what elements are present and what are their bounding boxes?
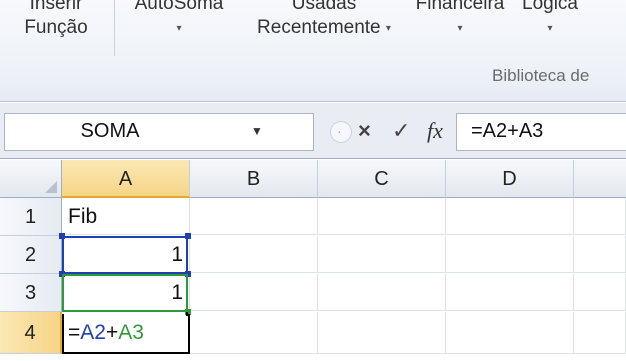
cancel-icon[interactable]: × xyxy=(358,119,371,143)
formula-operator: + xyxy=(105,321,119,344)
column-header-e[interactable] xyxy=(574,160,626,198)
autosum-button[interactable]: AutoSoma ▾ xyxy=(120,0,238,41)
ribbon: Inserir Função AutoSoma ▾ Usadas Recente… xyxy=(0,0,626,102)
cell-d1[interactable] xyxy=(446,198,574,235)
recently-used-label-2: Recentemente xyxy=(257,17,381,38)
recently-used-label-1: Usadas xyxy=(291,0,357,14)
logical-label: Lógica xyxy=(522,0,578,14)
expand-circle-icon: · xyxy=(330,121,352,143)
cell-e4[interactable] xyxy=(574,312,626,354)
resize-handle[interactable] xyxy=(185,271,191,277)
cell-c2[interactable] xyxy=(318,236,446,273)
cell-b2[interactable] xyxy=(190,236,318,273)
formula-bar: SOMA ▼ · × ✓ fx =A2+A3 xyxy=(0,103,626,159)
cell-d2[interactable] xyxy=(446,236,574,273)
resize-handle[interactable] xyxy=(59,271,65,277)
financial-button[interactable]: Financeira ▾ xyxy=(412,0,508,41)
cell-b3[interactable] xyxy=(190,274,318,311)
cell-c3[interactable] xyxy=(318,274,446,311)
insert-function-label-2: Função xyxy=(24,17,88,38)
row-header-2[interactable]: 2 xyxy=(0,236,62,274)
cell-b4[interactable] xyxy=(190,312,318,354)
function-library-group-label: Biblioteca de xyxy=(492,66,590,85)
insert-function-label-1: Inserir xyxy=(29,0,83,14)
cell-d3[interactable] xyxy=(446,274,574,311)
formula-text: =A2+A3 xyxy=(471,120,544,142)
enter-check-icon[interactable]: ✓ xyxy=(392,119,410,143)
cell-e1[interactable] xyxy=(574,198,626,235)
cell-d4[interactable] xyxy=(446,312,574,354)
cell-c1[interactable] xyxy=(318,198,446,235)
column-header-b[interactable]: B xyxy=(190,160,318,198)
ribbon-separator xyxy=(114,0,115,56)
resize-handle[interactable] xyxy=(185,309,191,315)
cell-a1[interactable]: Fib xyxy=(62,198,190,235)
select-all-corner[interactable] xyxy=(0,160,62,198)
insert-function-button[interactable]: Inserir Função xyxy=(6,0,106,40)
cell-a3[interactable]: 1 xyxy=(62,274,190,311)
formula-ref-a2: A2 xyxy=(80,321,106,344)
cell-a2[interactable]: 1 xyxy=(62,236,190,273)
cell-a4[interactable]: =A2+A3 xyxy=(62,312,190,354)
financial-label: Financeira xyxy=(415,0,505,14)
formula-equals: = xyxy=(68,321,81,344)
chevron-down-icon: ▾ xyxy=(457,23,463,34)
chevron-down-icon[interactable]: ▼ xyxy=(251,124,263,138)
chevron-down-icon: ▾ xyxy=(176,23,182,34)
row-header-3[interactable]: 3 xyxy=(0,274,62,312)
cell-b1[interactable] xyxy=(190,198,318,235)
cell-e2[interactable] xyxy=(574,236,626,273)
cell-e3[interactable] xyxy=(574,274,626,311)
autosum-label: AutoSoma xyxy=(134,0,224,14)
formula-ref-a3: A3 xyxy=(118,321,144,344)
column-header-d[interactable]: D xyxy=(446,160,574,198)
row-header-4[interactable]: 4 xyxy=(0,312,62,354)
chevron-down-icon: ▾ xyxy=(385,23,391,34)
chevron-down-icon: ▾ xyxy=(547,23,553,34)
spreadsheet-grid: A B C D 1 2 3 4 Fib 1 1 =A2+A3 xyxy=(0,160,626,361)
name-box[interactable]: SOMA ▼ xyxy=(4,113,314,151)
logical-button[interactable]: Lógica ▾ xyxy=(512,0,588,41)
cell-c4[interactable] xyxy=(318,312,446,354)
formula-input[interactable]: =A2+A3 xyxy=(456,113,626,151)
resize-handle[interactable] xyxy=(59,233,65,239)
insert-function-fx-icon[interactable]: fx xyxy=(427,119,443,143)
recently-used-button[interactable]: Usadas Recentemente ▾ xyxy=(240,0,408,41)
row-header-1[interactable]: 1 xyxy=(0,198,62,236)
column-header-a[interactable]: A xyxy=(62,160,190,198)
name-box-value: SOMA xyxy=(80,120,140,142)
resize-handle[interactable] xyxy=(185,233,191,239)
column-header-c[interactable]: C xyxy=(318,160,446,198)
